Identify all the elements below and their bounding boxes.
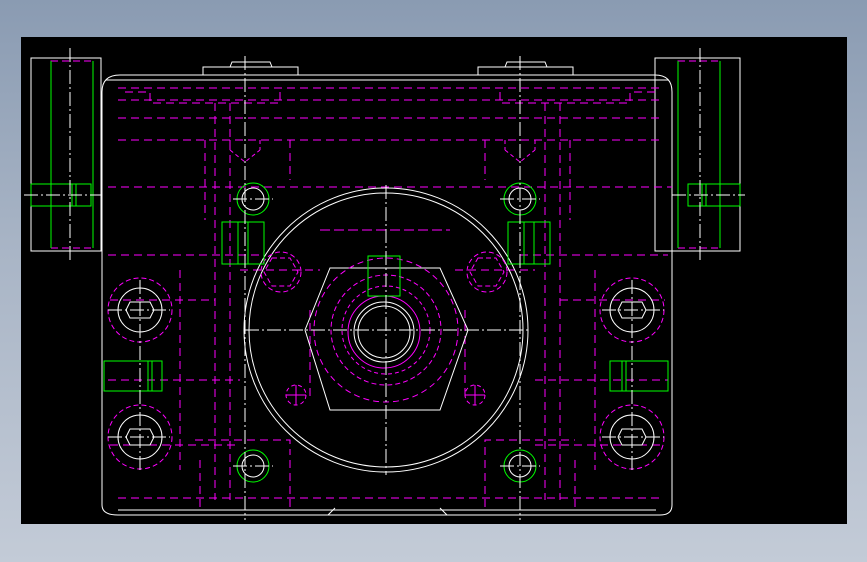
set-screw-side-left — [103, 360, 163, 392]
cad-viewport[interactable] — [21, 37, 847, 524]
set-screw-upper-right — [507, 221, 551, 265]
hex-nut-left — [260, 251, 302, 293]
hidden-lines — [108, 87, 672, 510]
hex-nut-right — [466, 251, 508, 293]
left-side-bracket — [30, 57, 102, 252]
assembly-drawing — [24, 48, 745, 520]
main-body-outline — [101, 61, 673, 516]
centerlines — [24, 48, 745, 520]
top-counterbores — [229, 140, 536, 163]
set-screw-upper-left — [221, 221, 265, 265]
set-screw-side-right — [609, 360, 669, 392]
right-side-bracket — [654, 57, 741, 252]
